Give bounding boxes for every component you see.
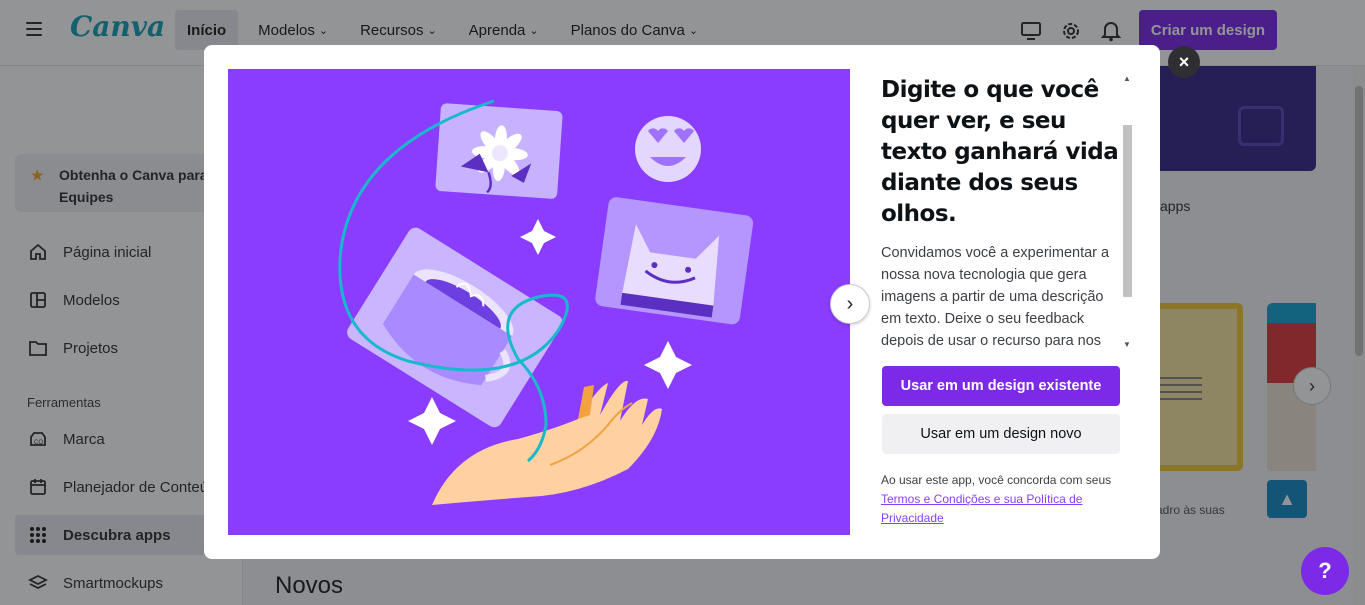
text-to-image-modal: › Digite o que você quer ver, e seu text… bbox=[204, 45, 1160, 559]
use-existing-design-button[interactable]: Usar em um design existente bbox=[882, 366, 1120, 406]
text-panel-scrollbar[interactable]: ▲ ▼ bbox=[1120, 71, 1134, 351]
scrollbar-thumb[interactable] bbox=[1123, 125, 1132, 297]
scroll-up-icon[interactable]: ▲ bbox=[1120, 71, 1134, 85]
scroll-down-icon[interactable]: ▼ bbox=[1120, 337, 1134, 351]
terms-privacy-link[interactable]: Termos e Condições e sua Política de Pri… bbox=[881, 492, 1082, 525]
illustration-next-button[interactable]: › bbox=[830, 284, 870, 324]
terms-notice: Ao usar este app, você concorda com seus… bbox=[881, 473, 1112, 525]
modal-title: Digite o que você quer ver, e seu texto … bbox=[881, 77, 1119, 227]
use-new-design-button[interactable]: Usar em um design novo bbox=[882, 414, 1120, 454]
illustration-art bbox=[338, 99, 754, 505]
modal-description: Convidamos você a experimentar a nossa n… bbox=[881, 245, 1110, 347]
hero-illustration bbox=[228, 69, 850, 535]
close-modal-button[interactable]: × bbox=[1168, 46, 1200, 78]
help-button[interactable]: ? bbox=[1301, 547, 1349, 595]
modal-text-panel: Digite o que você quer ver, e seu texto … bbox=[881, 75, 1121, 347]
